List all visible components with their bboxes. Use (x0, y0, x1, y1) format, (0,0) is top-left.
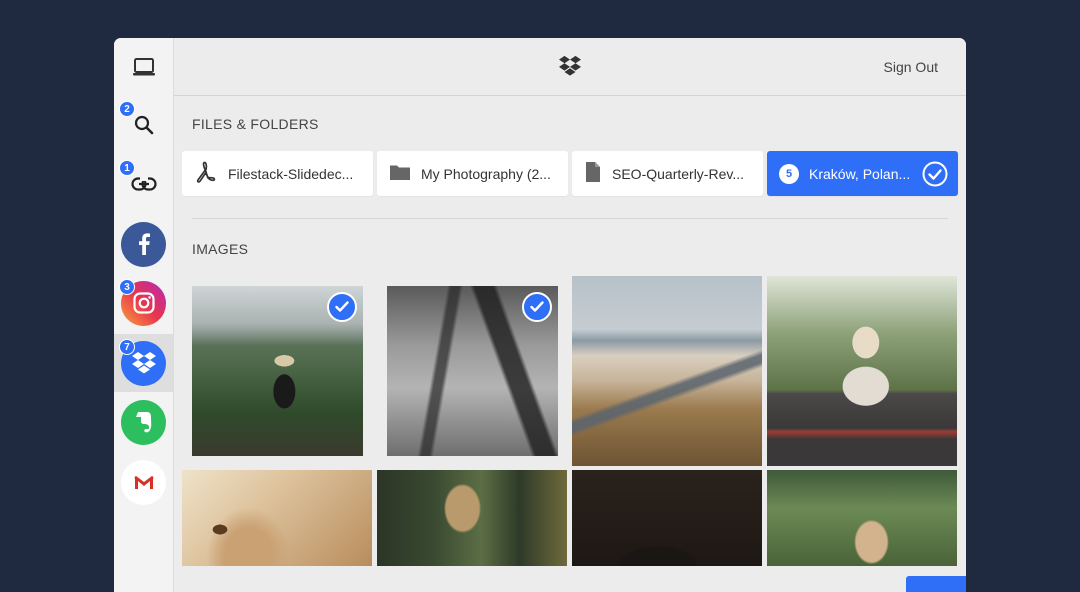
file-card[interactable]: SEO-Quarterly-Rev... (572, 151, 763, 196)
image-tile[interactable] (572, 276, 762, 466)
fluffy-dog-image (182, 470, 372, 566)
checkmark-icon (327, 292, 357, 322)
source-sidebar: 2 1 3 7 (114, 38, 174, 592)
image-tile[interactable] (377, 470, 567, 566)
file-label: My Photography (2... (421, 165, 551, 182)
file-label: SEO-Quarterly-Rev... (612, 165, 744, 182)
dark-dog-image (572, 470, 762, 566)
instagram-badge: 3 (119, 279, 135, 295)
file-picker-window: 2 1 3 7 Sign Out FILES & FOLDERS Filesta… (114, 38, 966, 592)
image-tile-selected[interactable] (387, 286, 558, 456)
image-tile[interactable] (767, 276, 957, 466)
woman-in-plants-image (767, 470, 957, 566)
file-label: Kraków, Polan... (809, 165, 911, 182)
gmail-icon (121, 459, 166, 505)
file-card-selected[interactable]: 5 Kraków, Polan... (767, 151, 958, 196)
main-panel: Sign Out FILES & FOLDERS Filestack-Slide… (174, 38, 966, 592)
folder-icon (389, 163, 411, 184)
device-frame: 2 1 3 7 Sign Out FILES & FOLDERS Filesta… (0, 0, 1080, 592)
image-tile[interactable] (767, 470, 957, 566)
image-tile-selected[interactable] (192, 286, 363, 456)
sidebar-item-dropbox[interactable]: 7 (114, 334, 173, 392)
sidebar-item-facebook[interactable] (114, 215, 173, 273)
facebook-icon (121, 221, 166, 267)
section-divider (192, 218, 948, 219)
top-bar: Sign Out (174, 38, 966, 96)
selected-count-badge: 5 (779, 163, 799, 184)
document-icon (584, 161, 602, 186)
dropbox-badge: 7 (119, 339, 135, 355)
files-list: Filestack-Slidedec... My Photography (2.… (182, 151, 958, 196)
file-card[interactable]: My Photography (2... (377, 151, 568, 196)
images-section-title: IMAGES (192, 241, 249, 257)
dropbox-logo-icon (557, 55, 583, 82)
sidebar-item-gmail[interactable] (114, 453, 173, 511)
sitting-woman-image (377, 470, 567, 566)
files-section-title: FILES & FOLDERS (192, 116, 319, 132)
image-tile[interactable] (572, 470, 762, 566)
file-card[interactable]: Filestack-Slidedec... (182, 151, 373, 196)
checkmark-icon (522, 292, 552, 322)
beach-boardwalk-image (572, 276, 762, 466)
sidebar-item-local-computer[interactable] (114, 38, 173, 96)
image-tile[interactable] (182, 470, 372, 566)
link-badge: 1 (119, 160, 135, 176)
link-icon (130, 177, 157, 191)
upload-button[interactable] (906, 576, 966, 592)
woman-with-blanket-image (767, 276, 957, 466)
check-circle-icon (922, 161, 948, 190)
sidebar-item-search[interactable]: 2 (114, 96, 173, 154)
pdf-icon (194, 161, 218, 186)
sidebar-item-link[interactable]: 1 (114, 155, 173, 213)
search-icon (132, 113, 156, 137)
sidebar-item-evernote[interactable] (114, 393, 173, 451)
sign-out-button[interactable]: Sign Out (884, 59, 938, 75)
file-label: Filestack-Slidedec... (228, 165, 354, 182)
evernote-icon (121, 399, 166, 445)
sidebar-item-instagram[interactable]: 3 (114, 274, 173, 332)
laptop-icon (132, 57, 156, 77)
search-badge: 2 (119, 101, 135, 117)
